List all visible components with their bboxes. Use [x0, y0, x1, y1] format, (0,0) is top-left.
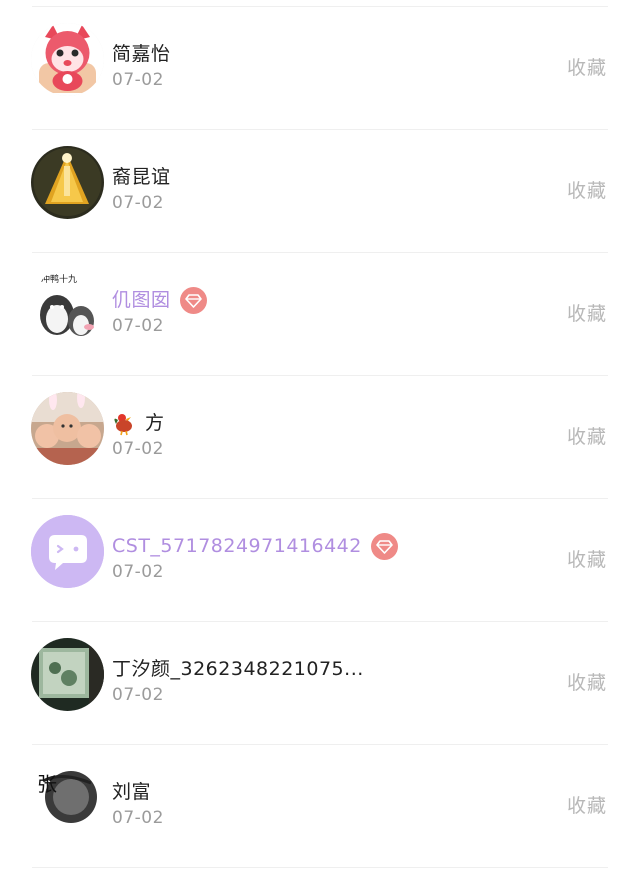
- row-divider: [32, 867, 608, 868]
- vip-diamond-icon: [370, 532, 398, 560]
- collect-label: 收藏: [566, 549, 607, 571]
- collect-date: 07-02: [112, 193, 164, 213]
- user-name[interactable]: 丁汐颜_3262348221075...: [112, 655, 364, 683]
- bunny-ear-selfie-avatar[interactable]: [31, 392, 104, 465]
- collect-date: 07-02: [112, 439, 164, 459]
- collect-label: 收藏: [566, 672, 607, 694]
- collect-label: 收藏: [566, 795, 607, 817]
- collect-date: 07-02: [112, 808, 164, 828]
- list-item[interactable]: 张 刘富 07-02 收藏: [0, 745, 640, 867]
- collect-label: 收藏: [566, 180, 607, 202]
- pink-cartoon-character-avatar[interactable]: [31, 23, 104, 96]
- avatar-calligraphy-text: 张: [37, 772, 57, 796]
- user-name[interactable]: CST_5717824971416442: [112, 532, 362, 560]
- collect-label: 收藏: [566, 303, 607, 325]
- list-item[interactable]: 简嘉怡 07-02 收藏: [0, 7, 640, 129]
- user-name[interactable]: 裔昆谊: [112, 163, 171, 191]
- chat-bubble-avatar[interactable]: [31, 515, 104, 588]
- painting-photo-avatar[interactable]: [31, 638, 104, 711]
- rooster-emoji-icon: [112, 410, 136, 436]
- sticker-text: 冲鸭十九: [41, 273, 77, 285]
- collect-label: 收藏: [566, 57, 607, 79]
- list-item[interactable]: 冲鸭十九 仉图囡 07-02 收藏: [0, 253, 640, 375]
- collect-date: 07-02: [112, 562, 164, 582]
- user-name[interactable]: 仉图囡: [112, 286, 171, 314]
- list-item[interactable]: 丁汐颜_3262348221075... 07-02 收藏: [0, 622, 640, 744]
- collect-date: 07-02: [112, 316, 164, 336]
- list-item[interactable]: 方 07-02 收藏: [0, 376, 640, 498]
- collector-list: 简嘉怡 07-02 收藏 裔昆谊 07-02 收藏 冲鸭十九 仉图囡 07-02…: [0, 0, 640, 871]
- vip-diamond-icon: [179, 286, 207, 314]
- collect-date: 07-02: [112, 70, 164, 90]
- collect-date: 07-02: [112, 685, 164, 705]
- list-item[interactable]: CST_5717824971416442 07-02 收藏: [0, 499, 640, 621]
- collect-label: 收藏: [566, 426, 607, 448]
- glowing-lantern-avatar[interactable]: [31, 146, 104, 219]
- user-name[interactable]: 刘富: [112, 778, 151, 806]
- penguin-sticker-avatar[interactable]: 冲鸭十九: [31, 269, 104, 342]
- ink-calligraphy-avatar[interactable]: 张: [31, 761, 104, 834]
- list-item[interactable]: 裔昆谊 07-02 收藏: [0, 130, 640, 252]
- user-name[interactable]: 简嘉怡: [112, 40, 171, 68]
- user-name[interactable]: 方: [145, 409, 165, 437]
